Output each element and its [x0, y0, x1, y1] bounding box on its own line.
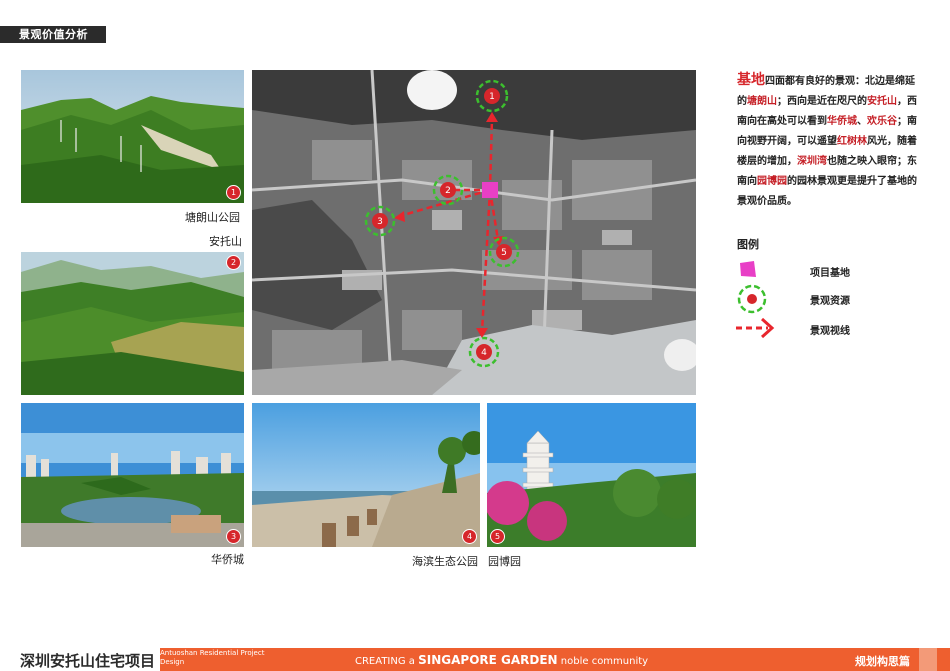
desc-highlight: 安托山	[867, 96, 897, 107]
slogan-post: noble community	[560, 656, 649, 667]
map-marker-3: 3	[377, 217, 383, 227]
desc-highlight: 园博园	[757, 176, 787, 187]
desc-text: ；西向是近在咫尺的	[777, 96, 867, 107]
desc-highlight: 华侨城	[827, 116, 857, 127]
footer-tab	[919, 648, 937, 671]
map-marker-5: 5	[501, 248, 507, 258]
badge-3: 3	[226, 529, 241, 544]
legend-title: 图例	[737, 238, 759, 251]
desc-text: 、	[857, 116, 867, 127]
map-marker-4: 4	[481, 348, 487, 358]
badge-2: 2	[226, 255, 241, 270]
legend-label-resource: 景观资源	[810, 296, 850, 307]
desc-lead: 基地	[737, 72, 765, 88]
footer-section-label: 规划构思篇	[855, 655, 910, 668]
desc-highlight: 深圳湾	[797, 156, 827, 167]
caption-tanglang-park: 塘朗山公园	[185, 211, 240, 224]
legend-label-site: 项目基地	[810, 268, 850, 279]
caption-antuo-mountain: 安托山	[209, 235, 242, 248]
slogan-highlight: SINGAPORE GARDEN	[418, 653, 558, 667]
badge-5: 5	[490, 529, 505, 544]
desc-highlight: 欢乐谷	[867, 116, 897, 127]
badge-1: 1	[226, 185, 241, 200]
green-circle-dot-icon	[737, 284, 767, 314]
map-marker-1: 1	[489, 92, 495, 102]
map-marker-2: 2	[445, 186, 451, 196]
footer-project-subtitle: Antuoshan Residential Project Design	[160, 649, 265, 666]
caption-binhai-park: 海滨生态公园	[412, 555, 478, 568]
caption-yuanbo-park: 园博园	[488, 555, 521, 568]
desc-highlight: 塘朗山	[747, 96, 777, 107]
legend-label-sightline: 景观视线	[810, 326, 850, 337]
red-dashed-arrow-icon	[736, 317, 775, 339]
page-title: 景观价值分析	[0, 26, 106, 43]
badge-4: 4	[462, 529, 477, 544]
desc-highlight: 红树林	[837, 136, 867, 147]
photo-binhai-park: 4	[252, 403, 480, 547]
photo-yuanbo-park: 5	[487, 403, 696, 547]
landscape-description: 基地四面都有良好的景观：北边是绵延的塘朗山；西向是近在咫尺的安托山，西南向在高处…	[737, 70, 923, 212]
photo-tanglang-park: 1	[21, 70, 244, 203]
photo-antuo-mountain: 2	[21, 252, 244, 395]
caption-huaqiao-city: 华侨城	[211, 553, 244, 566]
photo-huaqiao-city: 3	[21, 403, 244, 547]
aerial-map: 1 2 3 4 5	[252, 70, 696, 395]
footer-project-title: 深圳安托山住宅项目	[20, 652, 156, 670]
pink-square-icon	[740, 261, 756, 277]
slogan-pre: CREATING a	[355, 656, 415, 667]
footer-slogan: CREATING a SINGAPORE GARDEN noble commun…	[355, 653, 648, 667]
